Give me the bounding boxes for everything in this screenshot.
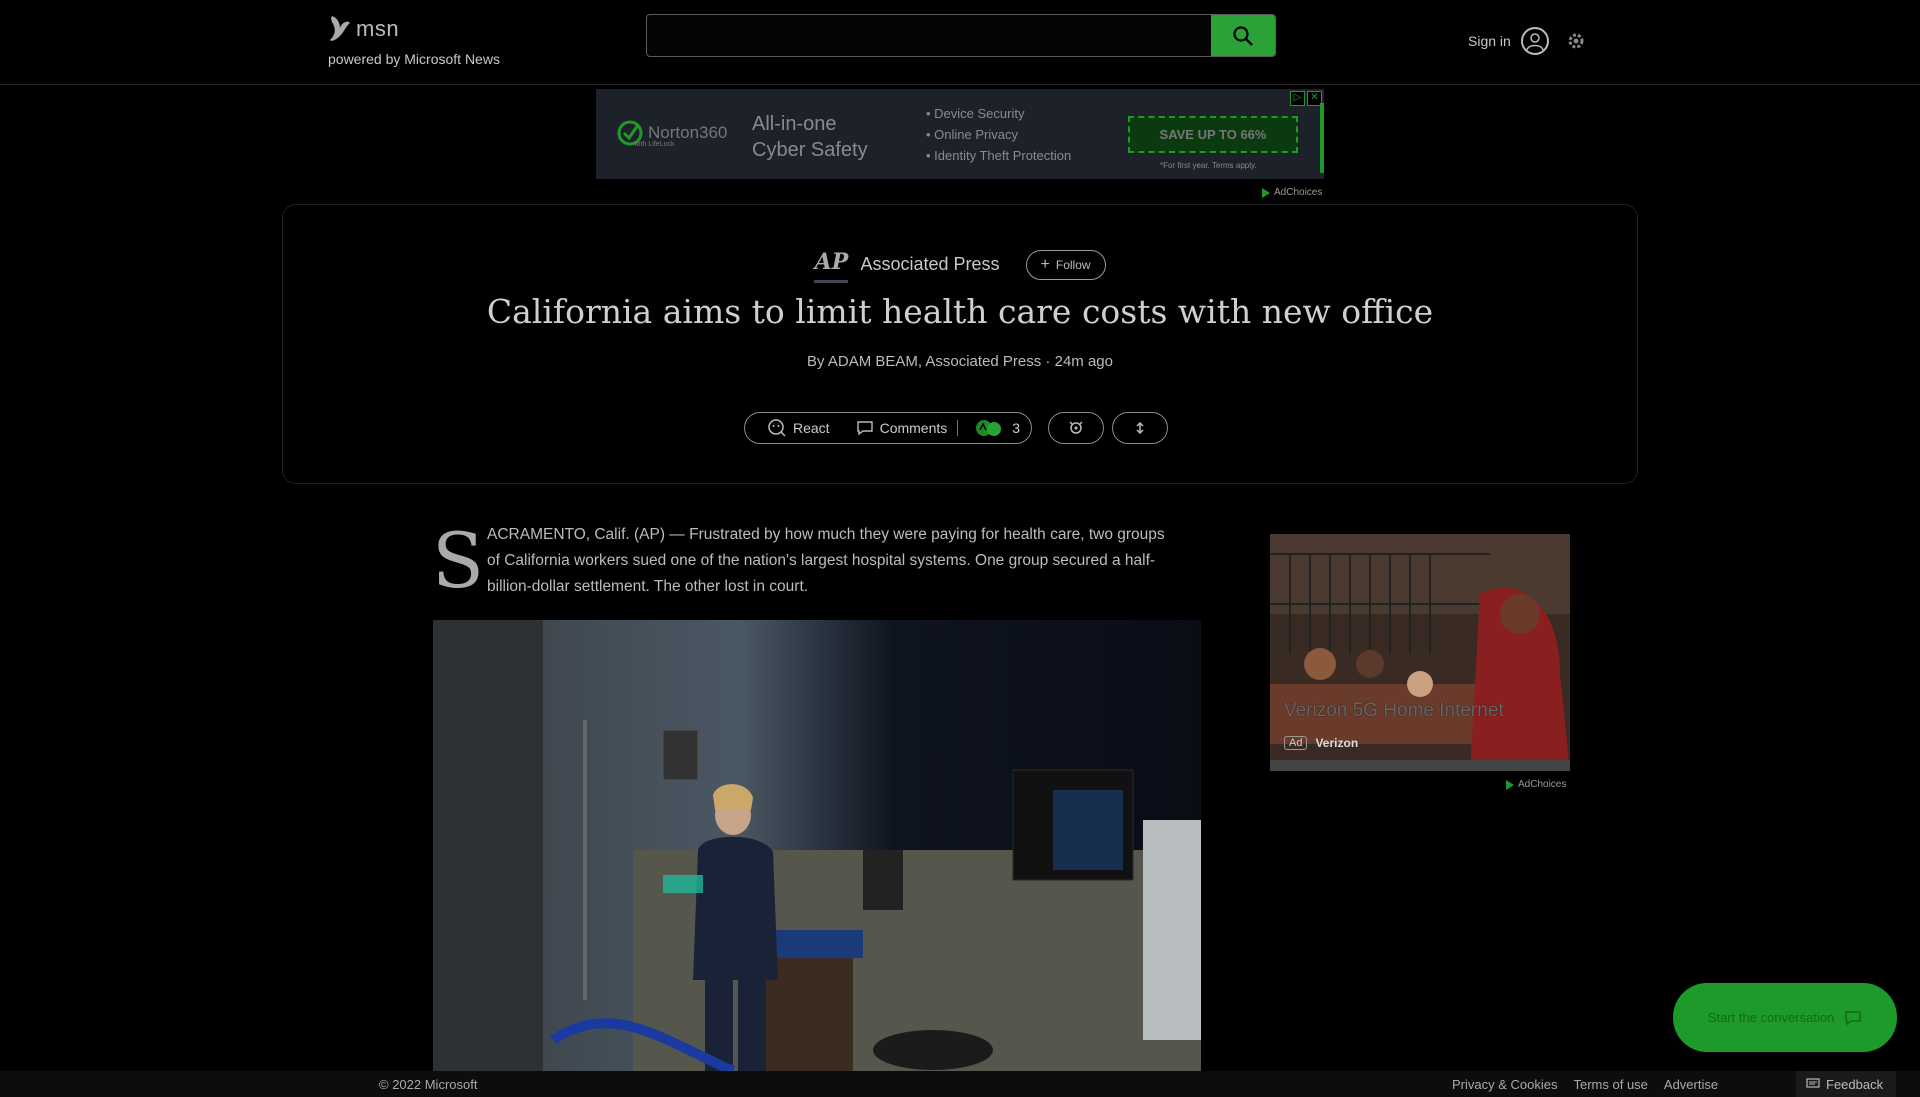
footer-links: Privacy & Cookies Terms of use Advertise (1452, 1077, 1718, 1092)
ad-bullets: • Device Security • Online Privacy • Ide… (926, 103, 1071, 166)
article-lede: ACRAMENTO, Calif. (AP) — Frustrated by h… (487, 526, 1165, 595)
adchoices-label: AdChoices (1518, 779, 1567, 790)
ad-cta-button[interactable]: SAVE UP TO 66% (1128, 116, 1298, 153)
follow-button[interactable]: + Follow (1025, 249, 1106, 280)
reaction-count: 3 (1012, 420, 1021, 436)
adchoices-icon (1506, 779, 1514, 790)
article-headline: California aims to limit health care cos… (486, 292, 1434, 331)
copyright: © 2022 Microsoft (379, 1077, 478, 1092)
person-icon (1526, 33, 1544, 51)
ad-brand-name: Norton360 (648, 123, 728, 142)
ad-bullet: • Online Privacy (926, 127, 1018, 142)
search-bar (646, 14, 1276, 57)
reactions-summary[interactable]: 3 (974, 418, 1020, 438)
plus-icon: + (1040, 255, 1050, 273)
ad-headline-line1: All-in-one (752, 113, 837, 135)
user-avatar-icon[interactable] (1521, 27, 1549, 55)
search-button[interactable] (1211, 15, 1275, 56)
feedback-icon (1806, 1078, 1820, 1088)
search-input[interactable] (647, 15, 1231, 54)
expand-icon (1136, 421, 1144, 435)
top-banner-ad[interactable]: Norton360 with LifeLock All-in-one Cyber… (596, 89, 1324, 179)
source-name[interactable]: Associated Press (860, 254, 999, 275)
side-adchoices-link[interactable]: AdChoices (1506, 779, 1566, 790)
ad-fine-print: *For first year. Terms apply. (1160, 161, 1257, 170)
ad-bullet: • Device Security (926, 106, 1025, 121)
top-header: msn powered by Microsoft News Sign in (0, 0, 1920, 85)
advertise-link[interactable]: Advertise (1664, 1077, 1718, 1092)
ad-bullet: • Identity Theft Protection (926, 148, 1072, 163)
feedback-label: Feedback (1826, 1076, 1884, 1092)
gear-icon[interactable] (1566, 31, 1586, 51)
search-icon (1233, 25, 1253, 46)
footer: © 2022 Microsoft Privacy & Cookies Terms… (0, 1071, 1920, 1097)
reaction-emojis-icon (976, 420, 1002, 436)
more-options-button[interactable] (1112, 412, 1168, 444)
chat-icon (1845, 1010, 1861, 1025)
start-conversation-button[interactable]: Start the conversation (1673, 983, 1897, 1052)
hospital-room-image (433, 620, 1201, 1071)
ad-badge: Ad (1284, 736, 1308, 750)
adchoices-label: AdChoices (1274, 187, 1323, 198)
adchoices-link[interactable]: AdChoices (1262, 187, 1322, 198)
start-conversation-label: Start the conversation (1707, 1010, 1835, 1025)
ad-info-icon[interactable]: ▷ (1290, 91, 1305, 106)
ad-controls: ▷ ✕ (1290, 91, 1322, 106)
share-button[interactable] (1048, 412, 1104, 444)
logo-subtitle: powered by Microsoft News (328, 51, 500, 67)
comments-label: Comments (879, 420, 948, 436)
adchoices-icon (1262, 187, 1270, 198)
react-button[interactable]: React (767, 418, 830, 438)
sign-in-link[interactable]: Sign in (1468, 33, 1511, 49)
ad-headline-line2: Cyber Safety (752, 139, 868, 161)
privacy-link[interactable]: Privacy & Cookies (1452, 1077, 1557, 1092)
side-ad-meta: Ad Verizon (1284, 736, 1358, 750)
comment-icon (856, 421, 873, 436)
ad-border-accent (1320, 103, 1324, 173)
feedback-button[interactable]: Feedback (1796, 1071, 1896, 1097)
terms-link[interactable]: Terms of use (1573, 1077, 1647, 1092)
comments-button[interactable]: Comments (856, 419, 948, 437)
share-icon (1069, 421, 1083, 434)
logo-text: msn (356, 16, 400, 41)
smiley-icon (768, 419, 786, 437)
ad-brand-sub: with LifeLock (634, 141, 675, 148)
ap-logo[interactable]: AP (814, 246, 849, 283)
msn-logo[interactable]: msn (328, 14, 399, 44)
side-ad[interactable]: Verizon 5G Home Internet Ad Verizon (1270, 534, 1570, 771)
drop-cap: S (432, 516, 485, 605)
article-source: AP Associated Press + Follow (0, 246, 1920, 283)
follow-label: Follow (1055, 257, 1091, 272)
side-ad-title: Verizon 5G Home Internet (1284, 700, 1504, 721)
article-photo[interactable] (433, 620, 1201, 1071)
ad-headline: All-in-one Cyber Safety (752, 111, 868, 163)
butterfly-icon (330, 16, 350, 41)
article-actions: React Comments 3 (744, 412, 1032, 444)
react-label: React (793, 420, 830, 436)
article-byline: By ADAM BEAM, Associated Press · 24m ago (807, 353, 1113, 370)
side-ad-advertiser: Verizon (1315, 736, 1359, 750)
divider (957, 420, 959, 436)
